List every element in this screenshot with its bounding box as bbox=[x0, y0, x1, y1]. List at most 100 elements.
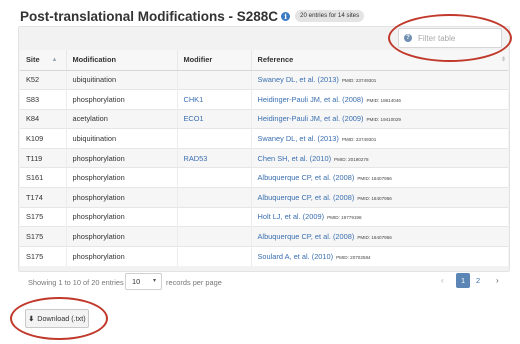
cell-reference: Heidinger-Pauli JM, et al. (2009) PMID: 1… bbox=[250, 108, 508, 129]
cell-modification: ubiquitination bbox=[65, 69, 177, 90]
pmid-label: PMID: 18407956 bbox=[357, 195, 392, 201]
download-icon: ⬇ bbox=[28, 315, 35, 323]
column-header-modifier[interactable]: Modifier bbox=[176, 50, 251, 71]
cell-reference: Albuquerque CP, et al. (2008) PMID: 18407… bbox=[250, 167, 508, 188]
cell-reference: Soulard A, et al. (2010) PMID: 20702584 bbox=[250, 245, 508, 266]
pmid-label: PMID: 20702584 bbox=[336, 254, 371, 260]
column-resize-icon: ⬍ bbox=[500, 57, 506, 63]
cell-modification: ubiquitination bbox=[65, 128, 177, 149]
table-row: S175 phosphorylation Holt LJ, et al. (2009… bbox=[20, 206, 508, 227]
cell-reference: Albuquerque CP, et al. (2008) PMID: 18407… bbox=[250, 187, 508, 208]
table-row: S175 phosphorylation Soulard A, et al. (20… bbox=[20, 245, 508, 266]
table-row: T119 phosphorylation RAD53 Chen SH, et al. … bbox=[20, 147, 508, 168]
table-header-row: Site ▲ Modification Modifier Reference ⬍ bbox=[20, 50, 508, 71]
modifier-link[interactable]: ECO1 bbox=[184, 114, 204, 123]
cell-site: T119 bbox=[20, 147, 66, 168]
reference-link[interactable]: Swaney DL, et al. (2013) bbox=[258, 134, 339, 143]
cell-site: T174 bbox=[20, 187, 66, 208]
reference-link[interactable]: Heidinger-Pauli JM, et al. (2008) bbox=[258, 95, 364, 104]
cell-reference: Holt LJ, et al. (2009) PMID: 19779198 bbox=[250, 206, 508, 227]
cell-reference: Swaney DL, et al. (2013) PMID: 23749301 bbox=[250, 128, 508, 149]
table-row: K52 ubiquitination Swaney DL, et al. (2013… bbox=[20, 69, 508, 90]
reference-link[interactable]: Holt LJ, et al. (2009) bbox=[258, 212, 325, 221]
cell-modifier: RAD53 bbox=[176, 147, 251, 168]
pmid-label: PMID: 18407956 bbox=[357, 176, 392, 182]
table-row: K84 acetylation ECO1 Heidinger-Pauli JM, et… bbox=[20, 108, 508, 129]
cell-modifier bbox=[176, 245, 251, 266]
prev-page-button[interactable]: ‹ bbox=[441, 276, 444, 285]
cell-modification: phosphorylation bbox=[65, 206, 177, 227]
cell-modifier bbox=[176, 187, 251, 208]
reference-link[interactable]: Heidinger-Pauli JM, et al. (2009) bbox=[258, 114, 364, 123]
table-row: T174 phosphorylation Albuquerque CP, et al… bbox=[20, 187, 508, 208]
modifier-link[interactable]: RAD53 bbox=[184, 154, 208, 163]
table-row: K109 ubiquitination Swaney DL, et al. (201… bbox=[20, 128, 508, 149]
cell-site: S83 bbox=[20, 89, 66, 110]
page-size-select[interactable]: 10 ▾ bbox=[125, 273, 162, 290]
cell-modifier: ECO1 bbox=[176, 108, 251, 129]
cell-modifier bbox=[176, 128, 251, 149]
pmid-label: PMID: 18407956 bbox=[357, 235, 392, 241]
pmid-label: PMID: 23749301 bbox=[341, 78, 377, 84]
cell-modification: phosphorylation bbox=[65, 89, 177, 110]
cell-modification: acetylation bbox=[65, 108, 177, 129]
help-icon: ? bbox=[404, 34, 412, 42]
reference-link[interactable]: Swaney DL, et al. (2013) bbox=[258, 75, 339, 84]
cell-reference: Swaney DL, et al. (2013) PMID: 23749301 bbox=[250, 69, 508, 90]
table-row: S175 phosphorylation Albuquerque CP, et al… bbox=[20, 226, 508, 247]
download-button[interactable]: ⬇ Download (.txt) bbox=[25, 309, 89, 328]
cell-modification: phosphorylation bbox=[65, 167, 177, 188]
next-page-button[interactable]: › bbox=[496, 276, 499, 285]
reference-link[interactable]: Chen SH, et al. (2010) bbox=[258, 154, 332, 163]
records-per-page-label: records per page bbox=[166, 278, 222, 287]
cell-modifier bbox=[176, 167, 251, 188]
cell-modification: phosphorylation bbox=[65, 226, 177, 247]
entries-badge: 20 entries for 14 sites bbox=[295, 10, 365, 22]
ptm-table: Site ▲ Modification Modifier Reference ⬍ K… bbox=[20, 50, 508, 266]
cell-modification: phosphorylation bbox=[65, 245, 177, 266]
sort-asc-icon: ▲ bbox=[51, 57, 58, 63]
cell-modification: phosphorylation bbox=[65, 187, 177, 208]
column-header-site[interactable]: Site ▲ bbox=[20, 50, 66, 71]
pmid-label: PMID: 20190278 bbox=[334, 156, 369, 162]
table-row: S161 phosphorylation Albuquerque CP, et al… bbox=[20, 167, 508, 188]
column-header-reference[interactable]: Reference ⬍ bbox=[250, 50, 508, 71]
entries-info: Showing 1 to 10 of 20 entries bbox=[28, 278, 124, 287]
cell-site: K84 bbox=[20, 108, 66, 129]
cell-site: S175 bbox=[20, 245, 66, 266]
reference-link[interactable]: Albuquerque CP, et al. (2008) bbox=[258, 173, 355, 182]
cell-reference: Heidinger-Pauli JM, et al. (2008) PMID: 1… bbox=[250, 89, 508, 110]
reference-link[interactable]: Albuquerque CP, et al. (2008) bbox=[258, 232, 355, 241]
pmid-label: PMID: 18614046 bbox=[366, 97, 401, 103]
pmid-label: PMID: 23749301 bbox=[341, 137, 377, 143]
page-title: Post-translational Modifications - S288C bbox=[20, 8, 279, 24]
column-header-modification[interactable]: Modification bbox=[65, 50, 177, 71]
chevron-down-icon: ▾ bbox=[152, 278, 156, 284]
cell-modifier bbox=[176, 69, 251, 90]
table-row: S83 phosphorylation CHK1 Heidinger-Pauli JM… bbox=[20, 89, 508, 110]
page-2-button[interactable]: 2 bbox=[476, 276, 480, 285]
cell-site: K52 bbox=[20, 69, 66, 90]
filter-box[interactable]: ? bbox=[398, 28, 502, 48]
download-label: Download (.txt) bbox=[37, 314, 86, 323]
page-1-button[interactable]: 1 bbox=[456, 273, 470, 288]
pmid-label: PMID: 19410029 bbox=[366, 117, 401, 123]
page-header: Post-translational Modifications - S288C… bbox=[20, 6, 365, 26]
reference-link[interactable]: Albuquerque CP, et al. (2008) bbox=[258, 193, 355, 202]
cell-modifier: CHK1 bbox=[176, 89, 251, 110]
pmid-label: PMID: 19779198 bbox=[327, 215, 362, 221]
cell-site: S161 bbox=[20, 167, 66, 188]
filter-input[interactable] bbox=[418, 30, 498, 46]
cell-reference: Chen SH, et al. (2010) PMID: 20190278 bbox=[250, 147, 508, 168]
reference-link[interactable]: Soulard A, et al. (2010) bbox=[258, 252, 334, 261]
cell-reference: Albuquerque CP, et al. (2008) PMID: 18407… bbox=[250, 226, 508, 247]
page-size-value: 10 bbox=[132, 277, 141, 286]
cell-modifier bbox=[176, 226, 251, 247]
cell-site: K109 bbox=[20, 128, 66, 149]
cell-site: S175 bbox=[20, 226, 66, 247]
cell-modification: phosphorylation bbox=[65, 147, 177, 168]
cell-modifier bbox=[176, 206, 251, 227]
cell-site: S175 bbox=[20, 206, 66, 227]
info-icon[interactable]: i bbox=[281, 11, 291, 21]
modifier-link[interactable]: CHK1 bbox=[184, 95, 204, 104]
